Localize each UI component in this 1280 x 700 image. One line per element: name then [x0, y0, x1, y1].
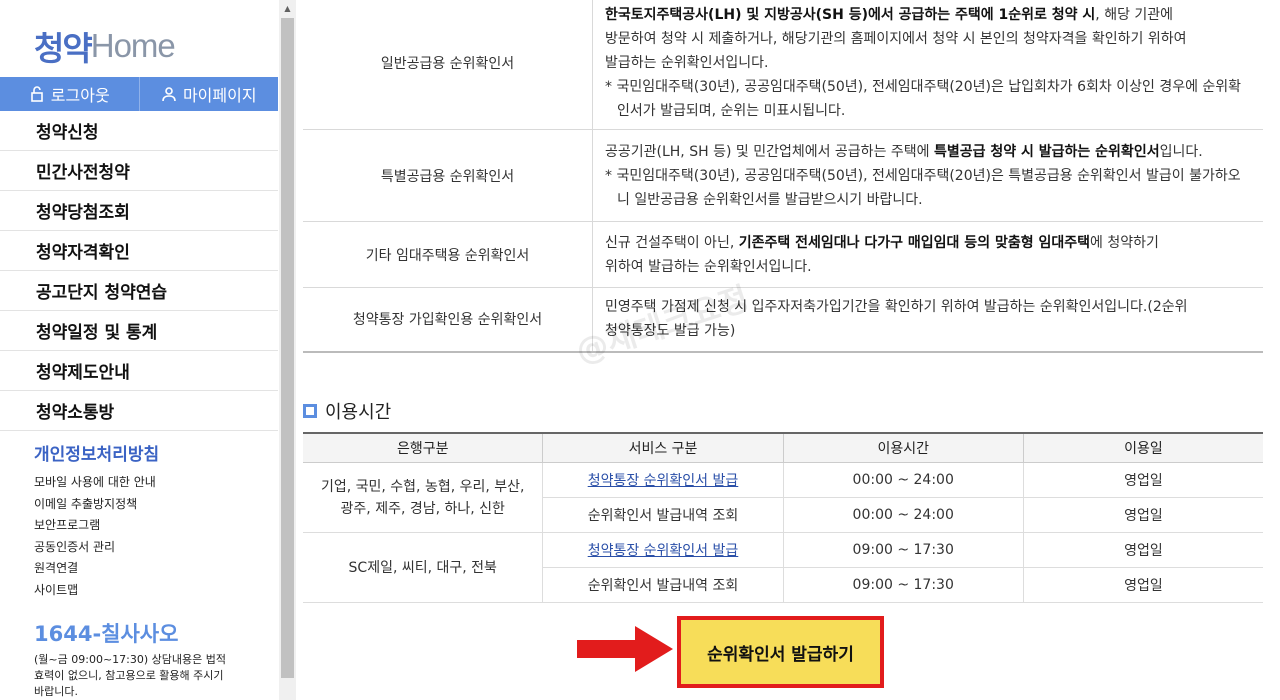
section-title: 이용시간	[325, 402, 392, 423]
issue-service-link[interactable]: 청약통장 순위확인서 발급	[542, 532, 784, 568]
service-time: 09:00 ~ 17:30	[782, 567, 1024, 603]
sidebar-menu-item[interactable]: 민간사전청약	[0, 151, 278, 191]
certificate-type-label: 일반공급용 순위확인서	[303, 0, 593, 130]
history-service-cell: 순위확인서 발급내역 조회	[542, 567, 784, 603]
mypage-button[interactable]: 마이페이지	[140, 77, 279, 111]
red-arrow-icon	[577, 626, 673, 672]
column-header: 이용일	[1022, 432, 1263, 463]
sidebar-menu-item[interactable]: 청약일정 및 통계	[0, 311, 278, 351]
callcenter-phone: 1644-칠사사오	[34, 622, 179, 646]
certificate-row: 특별공급용 순위확인서 공공기관(LH, SH 등) 및 민간업체에서 공급하는 …	[303, 129, 1263, 222]
certificate-types-table: 일반공급용 순위확인서 한국토지주택공사(LH) 및 지방공사(SH 등)에서 공…	[303, 0, 1263, 353]
logo-text-en: Home	[90, 27, 176, 64]
sidebar-menu-item[interactable]: 청약자격확인	[0, 231, 278, 271]
certificate-type-label: 기타 임대주택용 순위확인서	[303, 221, 593, 288]
sidebar: 청약 Home 로그아웃 마이페이지 청약신청 민간사전청약 청약당첨조회 청약자격확인…	[0, 0, 280, 700]
certificate-description: 한국토지주택공사(LH) 및 지방공사(SH 등)에서 공급하는 주택에 1순위…	[592, 0, 1263, 130]
description-note: * 국민임대주택(30년), 공공임대주택(50년), 전세임대주택(20년)은…	[605, 79, 1242, 119]
description-text: 신규 건설주택이 아닌, 기존주택 전세임대나 다가구 매입임대 등의 맞춤형 …	[605, 234, 1159, 275]
history-service-cell: 순위확인서 발급내역 조회	[542, 497, 784, 533]
description-note: * 국민임대주택(30년), 공공임대주택(50년), 전세임대주택(20년)은…	[605, 167, 1241, 208]
service-day: 영업일	[1022, 532, 1263, 568]
logout-label: 로그아웃	[50, 86, 110, 105]
service-day: 영업일	[1022, 567, 1263, 603]
account-bar: 로그아웃 마이페이지	[0, 77, 278, 111]
bank-group: SC제일, 씨티, 대구, 전북	[303, 532, 543, 603]
footer-link[interactable]: 사이트맵	[34, 581, 159, 603]
column-header: 이용시간	[782, 432, 1024, 463]
sidebar-menu-item[interactable]: 청약당첨조회	[0, 191, 278, 231]
service-day: 영업일	[1022, 462, 1263, 498]
sidebar-menu-item[interactable]: 공고단지 청약연습	[0, 271, 278, 311]
user-icon	[162, 87, 176, 102]
certificate-type-label: 청약통장 가입확인용 순위확인서	[303, 287, 593, 353]
service-hours-table: 은행구분 서비스 구분 이용시간 이용일 기업, 국민, 수협, 농협, 우리, 부산…	[303, 432, 1263, 603]
scrollbar-thumb[interactable]	[281, 18, 294, 678]
certificate-row: 일반공급용 순위확인서 한국토지주택공사(LH) 및 지방공사(SH 등)에서 공…	[303, 0, 1263, 130]
column-header: 서비스 구분	[542, 432, 784, 463]
main-menu: 청약신청 민간사전청약 청약당첨조회 청약자격확인 공고단지 청약연습 청약일정 및 통계…	[0, 111, 278, 431]
table-row: SC제일, 씨티, 대구, 전북 청약통장 순위확인서 발급 09:00 ~ 17:…	[303, 532, 1263, 603]
footer-link[interactable]: 보안프로그램	[34, 516, 159, 538]
privacy-policy-link[interactable]: 개인정보처리방침	[34, 440, 159, 465]
footer-links: 개인정보처리방침 모바일 사용에 대한 안내 이메일 추출방지정책 보안프로그램 공동…	[34, 440, 159, 602]
scroll-up-arrow-icon[interactable]: ▲	[279, 0, 296, 17]
mypage-label: 마이페이지	[182, 86, 257, 105]
footer-link[interactable]: 원격연결	[34, 559, 159, 581]
issue-certificate-button[interactable]: 순위확인서 발급하기	[677, 616, 884, 688]
service-time: 09:00 ~ 17:30	[782, 532, 1024, 568]
logout-button[interactable]: 로그아웃	[0, 77, 140, 111]
service-time: 00:00 ~ 24:00	[782, 462, 1024, 498]
certificate-row: 기타 임대주택용 순위확인서 신규 건설주택이 아닌, 기존주택 전세임대나 다가…	[303, 221, 1263, 288]
issue-certificate-label: 순위확인서 발급하기	[681, 620, 880, 684]
logo-text-ko: 청약	[34, 29, 93, 68]
service-time: 00:00 ~ 24:00	[782, 497, 1024, 533]
description-text: 한국토지주택공사(LH) 및 지방공사(SH 등)에서 공급하는 주택에 1순위…	[605, 7, 1187, 71]
column-header: 은행구분	[303, 432, 543, 463]
bank-group: 기업, 국민, 수협, 농협, 우리, 부산, 광주, 제주, 경남, 하나, …	[303, 462, 543, 533]
table-row: 기업, 국민, 수협, 농협, 우리, 부산, 광주, 제주, 경남, 하나, …	[303, 462, 1263, 533]
issue-service-link[interactable]: 청약통장 순위확인서 발급	[542, 462, 784, 498]
site-logo[interactable]: 청약 Home	[34, 24, 176, 68]
sidebar-menu-item[interactable]: 청약신청	[0, 111, 278, 151]
footer-link[interactable]: 이메일 추출방지정책	[34, 495, 159, 517]
footer-link[interactable]: 공동인증서 관리	[34, 538, 159, 560]
certificate-type-label: 특별공급용 순위확인서	[303, 129, 593, 222]
footer-link[interactable]: 모바일 사용에 대한 안내	[34, 473, 159, 495]
description-text: 공공기관(LH, SH 등) 및 민간업체에서 공급하는 주택에 특별공급 청약…	[605, 143, 1203, 160]
sidebar-menu-item[interactable]: 청약소통방	[0, 391, 278, 431]
square-bullet-icon	[303, 404, 317, 418]
section-heading: 이용시간	[303, 398, 391, 424]
certificate-description: 공공기관(LH, SH 등) 및 민간업체에서 공급하는 주택에 특별공급 청약…	[592, 129, 1263, 222]
sidebar-scrollbar[interactable]: ▲	[279, 0, 296, 700]
certificate-description: 신규 건설주택이 아닌, 기존주택 전세임대나 다가구 매입임대 등의 맞춤형 …	[592, 221, 1263, 288]
callcenter-note: (월~금 09:00~17:30) 상담내용은 법적효력이 없으니, 참고용으로…	[34, 653, 226, 698]
certificate-row: 청약통장 가입확인용 순위확인서 민영주택 가점제 신청 시 입주자저축가입기간을…	[303, 287, 1263, 353]
sidebar-menu-item[interactable]: 청약제도안내	[0, 351, 278, 391]
service-day: 영업일	[1022, 497, 1263, 533]
lock-icon	[30, 86, 43, 102]
